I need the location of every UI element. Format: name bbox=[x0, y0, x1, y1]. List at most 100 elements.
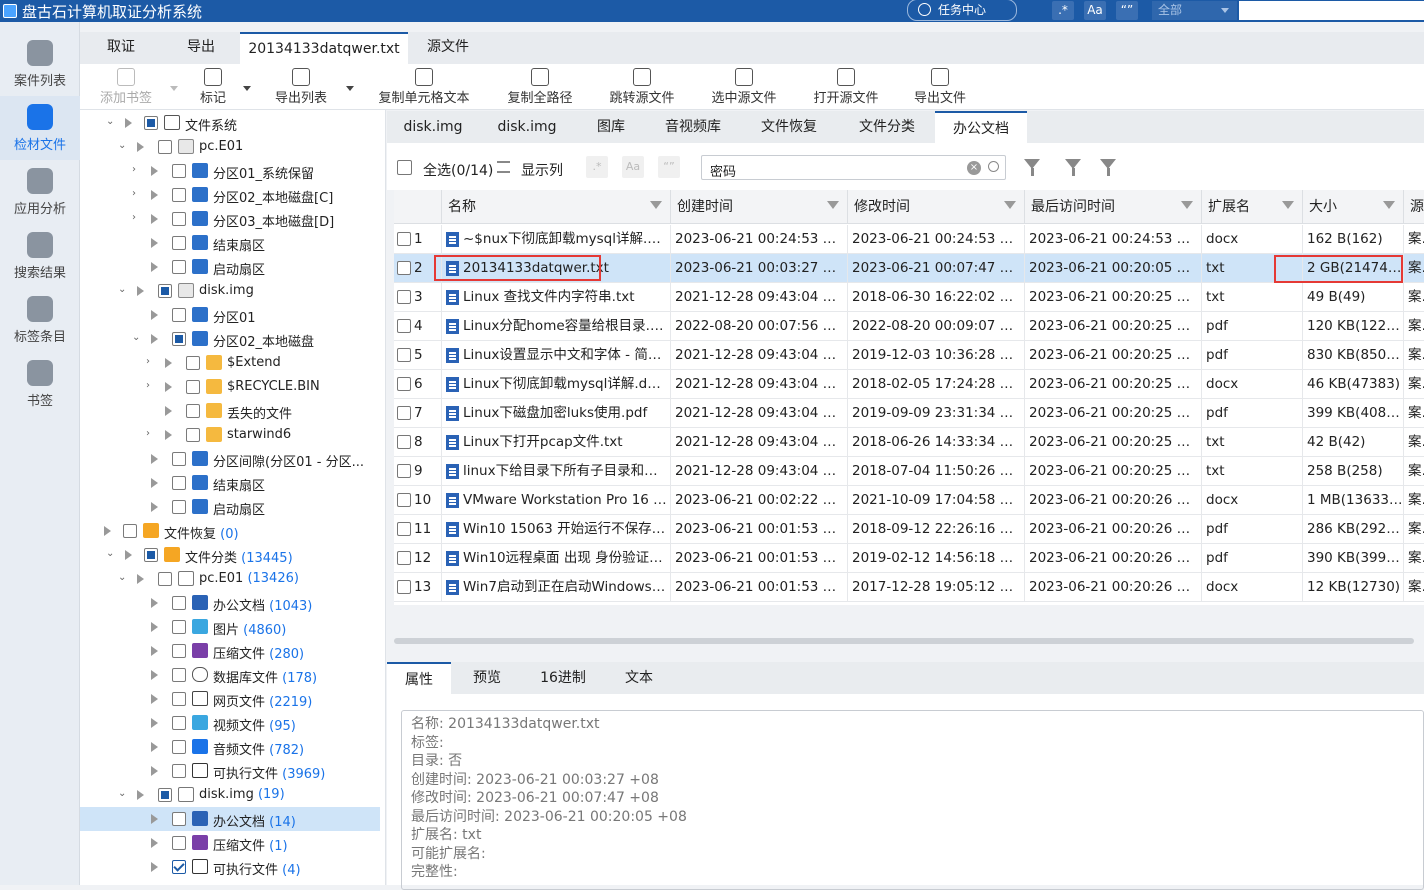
horizontal-scrollbar[interactable] bbox=[394, 638, 1414, 644]
nav-search-results[interactable]: 搜索结果 bbox=[0, 224, 80, 288]
filter-search-input[interactable]: 密码 × bbox=[701, 155, 1006, 180]
chevron-down-icon[interactable] bbox=[243, 86, 251, 95]
global-search-input[interactable] bbox=[1239, 1, 1424, 20]
row-checkbox[interactable] bbox=[397, 290, 411, 304]
tab-file-context[interactable]: 20134133datqwer.txt bbox=[240, 32, 408, 64]
node-checkbox[interactable] bbox=[172, 164, 186, 178]
table-row[interactable]: 1 ~$nux下彻底卸载mysql详解.docx 2023-06-21 00:24:… bbox=[394, 225, 1424, 254]
header-created[interactable]: 创建时间 bbox=[671, 190, 848, 224]
filter-icon[interactable] bbox=[1004, 201, 1016, 209]
table-row[interactable]: 7 Linux下磁盘加密luks使用.pdf 2021-12-28 09:43:04… bbox=[394, 399, 1424, 428]
node-checkbox[interactable] bbox=[172, 476, 186, 490]
tab-disk-img-2[interactable]: disk.img bbox=[479, 111, 575, 143]
tree-node[interactable]: 音频文件 (782) bbox=[80, 735, 385, 759]
row-checkbox[interactable] bbox=[397, 551, 411, 565]
tree-node[interactable]: › starwind6 bbox=[80, 423, 385, 447]
node-checkbox[interactable] bbox=[172, 836, 186, 850]
table-row[interactable]: 8 Linux下打开pcap文件.txt 2021-12-28 09:43:04 +… bbox=[394, 428, 1424, 457]
filter-dropdown-icon[interactable] bbox=[1024, 159, 1040, 176]
table-row[interactable]: 4 Linux分配home容量给根目录.pdf 2022-08-20 00:07:5… bbox=[394, 312, 1424, 341]
node-checkbox[interactable] bbox=[172, 452, 186, 466]
chevron-down-icon[interactable]: ⌄ bbox=[132, 332, 142, 344]
tab-text[interactable]: 文本 bbox=[603, 662, 675, 694]
chevron-right-icon[interactable]: › bbox=[146, 428, 156, 440]
nav-case-list[interactable]: 案件列表 bbox=[0, 32, 80, 96]
row-checkbox[interactable] bbox=[397, 348, 411, 362]
row-checkbox[interactable] bbox=[397, 435, 411, 449]
node-checkbox[interactable] bbox=[158, 788, 172, 802]
tree-node[interactable]: › 分区01_系统保留 bbox=[80, 159, 385, 183]
select-all-checkbox[interactable] bbox=[397, 160, 412, 175]
header-size[interactable]: 大小 bbox=[1303, 190, 1404, 224]
chevron-down-icon[interactable]: ⌄ bbox=[106, 116, 116, 128]
jump-to-source-button[interactable]: 跳转源文件 bbox=[605, 68, 679, 110]
chevron-down-icon[interactable]: ⌄ bbox=[118, 572, 128, 584]
tree-node[interactable]: ⌄ disk.img (19) bbox=[80, 783, 385, 807]
tab-source-file[interactable]: 源文件 bbox=[408, 32, 488, 64]
chevron-right-icon[interactable]: › bbox=[132, 164, 142, 176]
node-checkbox[interactable] bbox=[172, 764, 186, 778]
node-checkbox[interactable] bbox=[123, 524, 137, 538]
row-checkbox[interactable] bbox=[397, 522, 411, 536]
tree-node[interactable]: 结束扇区 bbox=[80, 471, 385, 495]
table-row[interactable]: 11Win10 15063 开始运行不保存历史记录.pdf2023-06-21 … bbox=[394, 515, 1424, 544]
chevron-down-icon[interactable] bbox=[346, 86, 354, 95]
node-checkbox[interactable] bbox=[172, 308, 186, 322]
filter-clear-icon[interactable] bbox=[1065, 159, 1081, 176]
header-modified[interactable]: 修改时间 bbox=[848, 190, 1025, 224]
tree-node[interactable]: ⌄ 文件分类 (13445) bbox=[80, 543, 385, 567]
search-scope-select[interactable]: 全部 bbox=[1152, 1, 1237, 20]
table-row[interactable]: 13Win7启动到正在启动Windows卡住.docx2023-06-21 00… bbox=[394, 573, 1424, 602]
tab-disk-img-1[interactable]: disk.img bbox=[387, 111, 479, 143]
tab-file-classification[interactable]: 文件分类 bbox=[839, 111, 935, 143]
node-checkbox[interactable] bbox=[186, 428, 200, 442]
tree-node[interactable]: ⌄ 文件系统 bbox=[80, 111, 385, 135]
regex-toggle[interactable]: .* bbox=[1052, 1, 1074, 20]
tree-node[interactable]: 压缩文件 (280) bbox=[80, 639, 385, 663]
node-checkbox[interactable] bbox=[172, 620, 186, 634]
tree-node[interactable]: › 分区02_本地磁盘[C] bbox=[80, 183, 385, 207]
node-checkbox[interactable] bbox=[186, 380, 200, 394]
filter-icon[interactable] bbox=[1383, 201, 1395, 209]
tab-gallery[interactable]: 图库 bbox=[575, 111, 647, 143]
node-checkbox[interactable] bbox=[172, 188, 186, 202]
table-row[interactable]: 6 Linux下彻底卸载mysql详解.docx 2021-12-28 09:43:… bbox=[394, 370, 1424, 399]
chevron-right-icon[interactable]: › bbox=[146, 380, 156, 392]
tree-node[interactable]: › $RECYCLE.BIN bbox=[80, 375, 385, 399]
row-checkbox[interactable] bbox=[397, 493, 411, 507]
row-checkbox[interactable] bbox=[397, 464, 411, 478]
node-checkbox[interactable] bbox=[144, 116, 158, 130]
tab-preview[interactable]: 预览 bbox=[451, 662, 523, 694]
node-checkbox[interactable] bbox=[186, 356, 200, 370]
node-checkbox[interactable] bbox=[172, 812, 186, 826]
node-checkbox[interactable] bbox=[172, 500, 186, 514]
tree-node[interactable]: 启动扇区 bbox=[80, 495, 385, 519]
tree-node[interactable]: ⌄ disk.img bbox=[80, 279, 385, 303]
header-extension[interactable]: 扩展名 bbox=[1202, 190, 1303, 224]
header-name[interactable]: 名称 bbox=[442, 190, 671, 224]
filter-reset-icon[interactable] bbox=[1100, 159, 1116, 176]
tree-node[interactable]: 办公文档 (1043) bbox=[80, 591, 385, 615]
tab-export[interactable]: 导出 bbox=[162, 32, 240, 64]
tab-properties[interactable]: 属性 bbox=[387, 662, 451, 695]
tree-node[interactable]: ⌄ pc.E01 bbox=[80, 135, 385, 159]
tree-node[interactable]: 启动扇区 bbox=[80, 255, 385, 279]
node-checkbox[interactable] bbox=[172, 236, 186, 250]
row-checkbox[interactable] bbox=[397, 319, 411, 333]
chevron-down-icon[interactable]: ⌄ bbox=[118, 284, 128, 296]
case-sensitive-toggle[interactable]: Aa bbox=[1084, 1, 1106, 20]
filter-icon[interactable] bbox=[1282, 201, 1294, 209]
chevron-down-icon[interactable] bbox=[170, 86, 178, 95]
table-row[interactable]: 10VMware Workstation Pro 16 安装.docx2023-… bbox=[394, 486, 1424, 515]
clear-icon[interactable]: × bbox=[967, 161, 981, 175]
filter-icon[interactable] bbox=[1181, 201, 1193, 209]
chevron-down-icon[interactable]: ⌄ bbox=[106, 548, 116, 560]
row-checkbox[interactable] bbox=[397, 377, 411, 391]
chevron-down-icon[interactable]: ⌄ bbox=[118, 140, 128, 152]
tree-node[interactable]: ⌄ 分区02_本地磁盘 bbox=[80, 327, 385, 351]
filter-icon[interactable] bbox=[827, 201, 839, 209]
row-checkbox[interactable] bbox=[397, 232, 411, 246]
tree-node[interactable]: 分区01 bbox=[80, 303, 385, 327]
row-checkbox[interactable] bbox=[397, 580, 411, 594]
whole-word-toggle[interactable]: “” bbox=[1116, 1, 1138, 20]
